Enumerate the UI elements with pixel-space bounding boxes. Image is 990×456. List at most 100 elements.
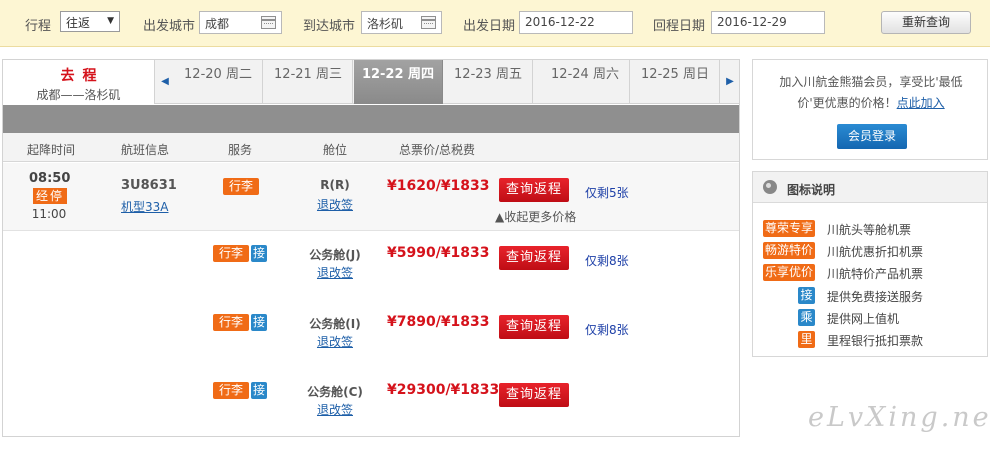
trip-type-label: 行程 [25, 19, 52, 34]
luggage-badge: 行李 [213, 314, 249, 331]
join-link[interactable]: 点此加入 [897, 96, 945, 110]
aircraft-type-link[interactable]: 机型33A [121, 198, 168, 215]
from-city-input[interactable]: 成都 [199, 11, 282, 34]
col-time: 起降时间 [27, 143, 76, 157]
legend-item-text: 里程银行抵扣票款 [827, 334, 924, 348]
depart-time: 08:50 [29, 171, 71, 186]
luggage-badge: 行李 [213, 245, 249, 262]
checkin-icon: 乘 [798, 309, 815, 326]
arrive-time: 11:00 [31, 207, 67, 221]
refund-change-link[interactable]: 退改签 [295, 401, 375, 418]
fare-price: ¥5990/¥1833 [387, 245, 490, 261]
refund-change-link[interactable]: 退改签 [295, 333, 375, 350]
legend-title: 图标说明 [787, 183, 836, 197]
arrow-left-icon[interactable]: ◀ [156, 60, 174, 104]
seats-remaining: 仅剩8张 [585, 254, 629, 268]
member-promo: 加入川航金熊猫会员，享受比'最低 价'更优惠的价格！点此加入 会员登录 [752, 59, 988, 160]
to-city-value: 洛杉矶 [367, 17, 404, 31]
cabin-class: 公务舱(I) [309, 317, 361, 331]
date-tab[interactable]: 12-24 周六 [541, 60, 630, 104]
pickup-badge: 接 [251, 382, 267, 399]
cabin-class: 公务舱(C) [307, 385, 363, 399]
fare-price: ¥1620/¥1833 [387, 178, 490, 194]
flight-results-panel: 去程 成都——洛杉矶 ◀ 12-20 周二 12-21 周三 12-22 周四 … [2, 59, 740, 437]
col-service: 服务 [228, 143, 253, 157]
trip-type-value: 往返 [66, 16, 91, 30]
query-return-button[interactable]: 查询返程 [499, 383, 569, 407]
column-header: 起降时间 航班信息 服务 舱位 总票价/总税费 [3, 133, 739, 162]
cabin-class: R(R) [320, 178, 350, 192]
col-price: 总票价/总税费 [399, 143, 476, 157]
luggage-badge: 行李 [213, 382, 249, 399]
arrow-right-icon[interactable]: ▶ [721, 60, 739, 104]
luggage-badge: 行李 [223, 178, 259, 195]
pickup-badge: 接 [251, 314, 267, 331]
seats-remaining: 仅剩5张 [585, 186, 629, 200]
legend-item-text: 川航特价产品机票 [827, 267, 924, 281]
legend-item: 尊荣专享 川航头等舱机票 [753, 220, 987, 238]
legend-item: 乐享优价 川航特价产品机票 [753, 264, 987, 282]
member-promo-line: 加入川航金熊猫会员，享受比'最低 [779, 75, 963, 89]
return-date-input[interactable]: 2016-12-29 [711, 11, 825, 34]
pickup-badge: 接 [251, 245, 267, 262]
special-price-tag: 乐享优价 [763, 264, 815, 281]
icon-legend: 图标说明 尊荣专享 川航头等舱机票 畅游特价 川航优惠折扣机票 乐享优价 川航特… [752, 171, 988, 357]
query-return-button[interactable]: 查询返程 [499, 315, 569, 339]
seats-remaining: 仅剩8张 [585, 323, 629, 337]
depart-date-label: 出发日期 [463, 19, 516, 34]
watermark: eLvXing.net [808, 402, 990, 433]
col-flight: 航班信息 [121, 143, 170, 157]
trip-route: 成都——洛杉矶 [36, 88, 121, 102]
calendar-icon[interactable] [261, 16, 276, 29]
depart-date-input[interactable]: 2016-12-22 [519, 11, 633, 34]
trip-type-select[interactable]: 往返 ▼ [60, 11, 120, 32]
chevron-down-icon: ▼ [107, 16, 114, 26]
flight-number: 3U8631 [121, 178, 177, 193]
legend-item-text: 提供免费接送服务 [827, 290, 924, 304]
legend-item-text: 提供网上值机 [827, 312, 900, 326]
legend-item: 里 里程银行抵扣票款 [753, 331, 987, 349]
cabin-class: 公务舱(J) [309, 248, 361, 262]
return-date-value: 2016-12-29 [717, 15, 787, 29]
return-date-label: 回程日期 [653, 19, 706, 34]
legend-item: 接 提供免费接送服务 [753, 287, 987, 305]
legend-item-text: 川航头等舱机票 [827, 223, 912, 237]
col-cabin: 舱位 [323, 143, 348, 157]
date-tabs-row: 去程 成都——洛杉矶 ◀ 12-20 周二 12-21 周三 12-22 周四 … [3, 60, 739, 104]
flight-row: 08:50 经停 11:00 3U8631 机型33A 行李 R(R) 退改签 … [3, 163, 739, 231]
member-login-button[interactable]: 会员登录 [837, 124, 907, 149]
fare-price: ¥7890/¥1833 [387, 314, 490, 330]
requery-button[interactable]: 重新查询 [881, 11, 971, 34]
date-tab[interactable]: 12-23 周五 [444, 60, 533, 104]
calendar-icon[interactable] [421, 16, 436, 29]
query-return-button[interactable]: 查询返程 [499, 178, 569, 202]
first-class-tag: 尊荣专享 [763, 220, 815, 237]
refund-change-link[interactable]: 退改签 [295, 196, 375, 213]
to-city-label: 到达城市 [303, 19, 356, 34]
search-bar: 行程 往返 ▼ 出发城市 成都 到达城市 洛杉矶 出发日期 2016-12-22… [0, 0, 990, 47]
legend-item: 乘 提供网上值机 [753, 309, 987, 327]
filter-bar [3, 105, 739, 133]
date-tab-active[interactable]: 12-22 周四 [354, 60, 443, 104]
date-tab[interactable]: 12-20 周二 [174, 60, 263, 104]
legend-header: 图标说明 [753, 172, 987, 203]
member-promo-line: 价'更优惠的价格！ [797, 96, 897, 110]
query-return-button[interactable]: 查询返程 [499, 246, 569, 270]
depart-date-value: 2016-12-22 [525, 15, 595, 29]
from-city-value: 成都 [205, 17, 230, 31]
member-promo-text: 加入川航金熊猫会员，享受比'最低 价'更优惠的价格！点此加入 [765, 72, 977, 114]
mileage-icon: 里 [798, 331, 815, 348]
date-tab[interactable]: 12-21 周三 [264, 60, 353, 104]
date-tab[interactable]: 12-25 周日 [631, 60, 720, 104]
refund-change-link[interactable]: 退改签 [295, 264, 375, 281]
discount-tag: 畅游特价 [763, 242, 815, 259]
to-city-input[interactable]: 洛杉矶 [361, 11, 442, 34]
legend-item: 畅游特价 川航优惠折扣机票 [753, 242, 987, 260]
legend-icon [763, 180, 777, 194]
stopover-badge: 经停 [33, 188, 67, 204]
pickup-icon: 接 [798, 287, 815, 304]
collapse-prices-link[interactable]: ▲收起更多价格 [495, 208, 576, 225]
legend-item-text: 川航优惠折扣机票 [827, 245, 924, 259]
from-city-label: 出发城市 [143, 19, 196, 34]
trip-direction: 去程 成都——洛杉矶 [3, 60, 155, 104]
